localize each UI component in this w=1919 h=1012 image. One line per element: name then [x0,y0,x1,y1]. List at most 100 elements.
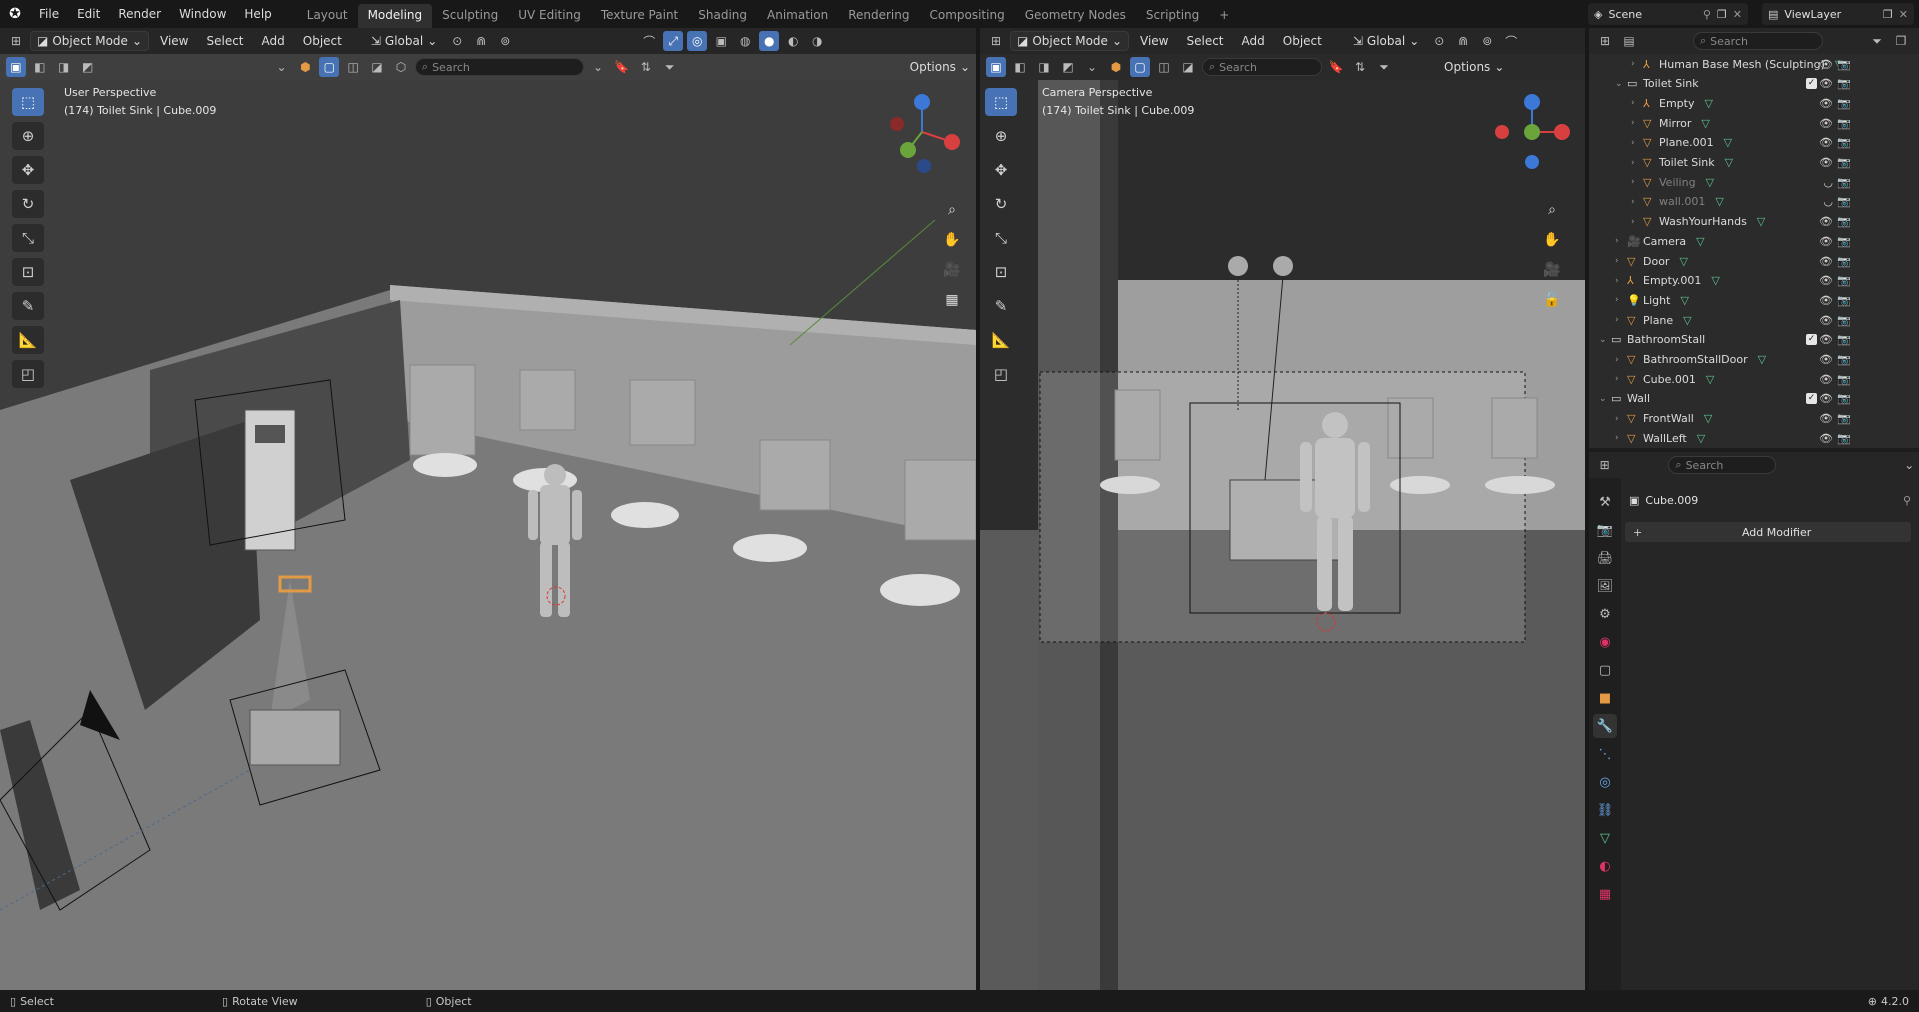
measure-tool[interactable]: 📐 [12,326,44,354]
filter-icon[interactable]: ⏷ [1867,31,1887,51]
outliner-row[interactable]: › ▽ WashYourHands ▽ 👁 📷 [1589,212,1859,232]
rotate-tool[interactable]: ↻ [985,190,1017,218]
select-invert-icon[interactable]: ◩ [1058,57,1078,77]
chevron-right-icon[interactable]: › [1615,315,1627,325]
move-tool[interactable]: ✥ [985,156,1017,184]
render-camera-icon[interactable]: 📷 [1837,432,1851,445]
neg-z-axis-icon[interactable] [1525,155,1539,169]
tab-scripting[interactable]: Scripting [1136,4,1209,28]
object-type-filter-icon[interactable]: ⬢ [1106,57,1126,77]
eye-icon[interactable]: 👁 [1819,215,1833,228]
vertex-select-icon[interactable]: ▢ [319,57,340,77]
scale-tool[interactable]: ⤡ [12,224,44,252]
chevron-right-icon[interactable]: › [1631,177,1643,187]
object-menu[interactable]: Object [1276,34,1329,48]
outliner-row[interactable]: › ▽ Mirror ▽ 👁 📷 [1589,113,1859,133]
x-axis-icon[interactable] [944,134,960,150]
outliner-row[interactable]: › ▽ BathroomStallDoor ▽ 👁 📷 [1589,350,1859,370]
constraints-tab-icon[interactable]: ⛓ [1593,798,1617,822]
eye-icon[interactable]: 👁 [1819,235,1833,248]
mesh-data-icon[interactable]: ▽ [1679,255,1687,268]
editor-type-icon[interactable]: ⊞ [1595,455,1614,475]
outliner-row[interactable]: › ▽ WallLeft ▽ 👁 📷 [1589,428,1859,448]
mode-dropdown[interactable]: ◪ Object Mode ⌄ [1010,31,1129,51]
tool-tab-icon[interactable]: ⚒ [1593,490,1617,514]
camera-view-icon[interactable]: 🎥 [940,258,964,282]
add-menu[interactable]: Add [255,34,292,48]
solid-shading-icon[interactable]: ● [759,31,780,51]
chevron-right-icon[interactable]: › [1615,355,1627,365]
neg-z-axis-icon[interactable] [917,159,931,173]
chevron-right-icon[interactable]: › [1615,256,1627,266]
chevron-right-icon[interactable]: › [1631,118,1643,128]
modifier-tab-icon[interactable]: 🔧 [1593,714,1617,738]
left-viewport-scene[interactable] [0,80,976,990]
render-camera-icon[interactable]: 📷 [1837,117,1851,130]
measure-tool[interactable]: 📐 [985,326,1017,354]
left-viewport[interactable]: ⊞ ◪ Object Mode ⌄ View Select Add Object ⇲… [0,28,976,990]
select-box-mode-icon[interactable]: ▣ [6,57,26,77]
new-scene-icon[interactable]: ❐ [1717,8,1727,21]
mesh-data-icon[interactable]: ▽ [1704,412,1712,425]
new-view-layer-icon[interactable]: ❐ [1883,8,1893,21]
options-dropdown[interactable]: Options ⌄ [1438,57,1510,77]
rendered-shading-icon[interactable]: ◑ [807,31,827,51]
edge-select-icon[interactable]: ◫ [1154,57,1174,77]
cursor-tool[interactable]: ⊕ [12,122,44,150]
mode-dropdown[interactable]: ◪ Object Mode ⌄ [30,31,149,51]
transform-orientation-dropdown[interactable]: ⇲ Global ⌄ [365,31,443,51]
outliner-row[interactable]: › ▽ Toilet Sink ▽ 👁 📷 [1589,153,1859,173]
edge-select-icon[interactable]: ◫ [343,57,363,77]
eye-icon[interactable]: 👁 [1819,392,1833,405]
right-viewport[interactable]: ⊞ ◪ Object Mode ⌄ View Select Add Object ⇲… [980,28,1585,990]
eye-icon[interactable]: 👁 [1819,117,1833,130]
render-camera-icon[interactable]: 📷 [1837,412,1851,425]
render-camera-icon[interactable]: 📷 [1837,373,1851,386]
menu-render[interactable]: Render [109,0,170,28]
properties-search[interactable]: ⌕ Search [1668,456,1776,474]
eye-icon[interactable]: 👁 [1819,432,1833,445]
scale-tool[interactable]: ⤡ [985,224,1017,252]
options-dropdown[interactable]: Options ⌄ [904,57,976,77]
eye-closed-icon[interactable]: ◡ [1823,176,1833,189]
particles-tab-icon[interactable]: ⋱ [1593,742,1617,766]
tab-shading[interactable]: Shading [688,4,757,28]
new-collection-icon[interactable]: ❐ [1891,31,1911,51]
sort-icon[interactable]: ⇅ [636,57,656,77]
eye-icon[interactable]: 👁 [1819,274,1833,287]
add-menu[interactable]: Add [1235,34,1272,48]
chevron-down-icon[interactable]: ⌄ [1599,394,1611,404]
transform-tool[interactable]: ⊡ [985,258,1017,286]
eye-icon[interactable]: 👁 [1819,255,1833,268]
collapse-icon[interactable]: ⌄ [1082,57,1102,77]
mesh-data-icon[interactable]: ▽ [1683,314,1691,327]
snap-icon[interactable]: ⋒ [1453,31,1473,51]
render-camera-icon[interactable]: 📷 [1837,136,1851,149]
annotate-tool[interactable]: ✎ [985,292,1017,320]
editor-type-icon[interactable]: ⊞ [986,31,1006,51]
collection-checkbox[interactable]: ✓ [1806,78,1817,90]
render-camera-icon[interactable]: 📷 [1837,176,1851,189]
bookmark-icon[interactable]: 🔖 [1326,57,1346,77]
z-axis-icon[interactable] [1524,94,1540,110]
collection-checkbox[interactable]: ✓ [1806,393,1817,405]
outliner-row[interactable]: › 🎥 Camera ▽ 👁 📷 [1589,231,1859,251]
outliner-row[interactable]: › ⅄ Empty ▽ 👁 📷 [1589,93,1859,113]
chevron-right-icon[interactable]: › [1615,374,1627,384]
select-menu[interactable]: Select [199,34,250,48]
outliner-row[interactable]: ⌄ ▭ Toilet Sink ✓ 👁 📷 [1589,74,1859,94]
editor-type-icon[interactable]: ⊞ [1595,31,1615,51]
render-camera-icon[interactable]: 📷 [1837,333,1851,346]
material-tab-icon[interactable]: ◐ [1593,854,1617,878]
chevron-right-icon[interactable]: › [1615,236,1627,246]
menu-window[interactable]: Window [170,0,235,28]
tab-uv-editing[interactable]: UV Editing [508,4,591,28]
add-workspace-button[interactable]: + [1209,4,1239,28]
y-axis-icon[interactable] [1524,124,1540,140]
z-axis-icon[interactable] [914,94,930,110]
eye-icon[interactable]: 👁 [1819,314,1833,327]
transform-orientation-dropdown[interactable]: ⇲ Global ⌄ [1347,31,1425,51]
cursor-tool[interactable]: ⊕ [985,122,1017,150]
eye-icon[interactable]: 👁 [1819,294,1833,307]
add-cube-tool[interactable]: ◰ [12,360,44,388]
